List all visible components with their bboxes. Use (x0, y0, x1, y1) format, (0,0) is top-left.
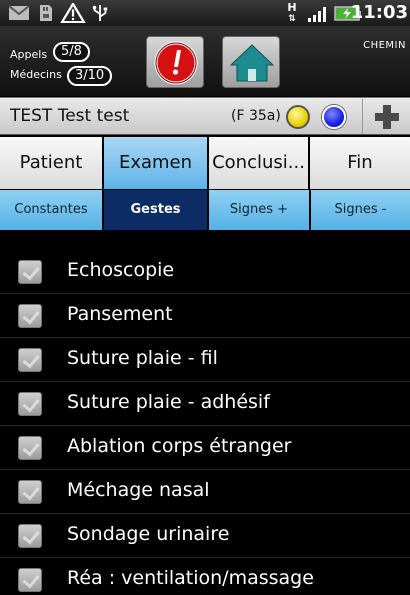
checkbox[interactable] (18, 348, 42, 372)
appels-counter: 5/8 (53, 42, 90, 62)
list-item[interactable]: Réa : ventilation/massage (0, 558, 410, 595)
patient-bar: TEST Test test (F 35a) (0, 97, 410, 135)
appels-label: Appels (10, 48, 48, 61)
subtab-signes-moins[interactable]: Signes - (311, 190, 410, 230)
signal-icon (308, 7, 326, 22)
subtab-signes-plus[interactable]: Signes + (209, 190, 311, 230)
home-icon (229, 44, 275, 82)
list-item-label: Suture plaie - adhésif (67, 391, 270, 413)
list-item[interactable]: Sondage urinaire (0, 514, 410, 558)
sd-card-icon (40, 5, 52, 21)
app-header: Appels 5/8 Médecins 3/10 CHEMIN (0, 26, 410, 96)
data-arrows-icon: H ⇅ (287, 1, 297, 24)
yellow-status-dot[interactable] (286, 105, 310, 129)
checkbox[interactable] (18, 436, 42, 460)
chemin-label: CHEMIN (363, 40, 406, 51)
list-item[interactable]: Echoscopie (0, 250, 410, 294)
plus-icon-bar (383, 105, 391, 129)
list-item-label: Ablation corps étranger (67, 435, 292, 457)
status-bar: H ⇅ 11:03 (0, 0, 410, 26)
patient-name[interactable]: TEST Test test (10, 106, 129, 126)
usb-icon (92, 4, 108, 22)
medecins-label: Médecins (10, 68, 62, 81)
sub-tabs: Constantes Gestes Signes + Signes - (0, 190, 410, 230)
list-item-label: Méchage nasal (67, 479, 210, 501)
list-item-label: Suture plaie - fil (67, 347, 218, 369)
patient-info: (F 35a) (231, 108, 281, 124)
checkbox[interactable] (18, 480, 42, 504)
checkbox[interactable] (18, 568, 42, 592)
blue-status-dot[interactable] (322, 105, 346, 129)
alert-button[interactable] (146, 36, 204, 88)
list-item[interactable]: Méchage nasal (0, 470, 410, 514)
warning-icon (60, 3, 86, 23)
tab-conclusion[interactable]: Conclusi... (209, 137, 310, 189)
list-item-label: Pansement (67, 303, 173, 325)
alert-icon (154, 41, 198, 85)
list-item[interactable]: Pansement (0, 294, 410, 338)
main-tabs: Patient Examen Conclusi... Fin (0, 137, 410, 189)
checkbox[interactable] (18, 392, 42, 416)
subtab-gestes[interactable]: Gestes (104, 190, 209, 230)
subtab-constantes[interactable]: Constantes (0, 190, 104, 230)
list-item[interactable]: Suture plaie - adhésif (0, 382, 410, 426)
tab-patient[interactable]: Patient (0, 137, 104, 189)
list-item-label: Echoscopie (67, 259, 175, 281)
medecins-counter: 3/10 (67, 66, 113, 86)
home-button[interactable] (222, 36, 280, 88)
list-item-label: Réa : ventilation/massage (67, 567, 314, 589)
checkbox[interactable] (18, 260, 42, 284)
checkbox[interactable] (18, 524, 42, 548)
email-icon (8, 5, 30, 20)
gestes-list: Echoscopie Pansement Suture plaie - fil … (0, 250, 410, 595)
list-item[interactable]: Ablation corps étranger (0, 426, 410, 470)
data-type-label: H (287, 1, 297, 14)
clock: 11:03 (350, 2, 408, 23)
add-button[interactable] (362, 99, 410, 134)
list-item[interactable]: Suture plaie - fil (0, 338, 410, 382)
checkbox[interactable] (18, 304, 42, 328)
tab-examen[interactable]: Examen (104, 137, 209, 189)
tab-fin[interactable]: Fin (310, 137, 410, 189)
list-item-label: Sondage urinaire (67, 523, 230, 545)
